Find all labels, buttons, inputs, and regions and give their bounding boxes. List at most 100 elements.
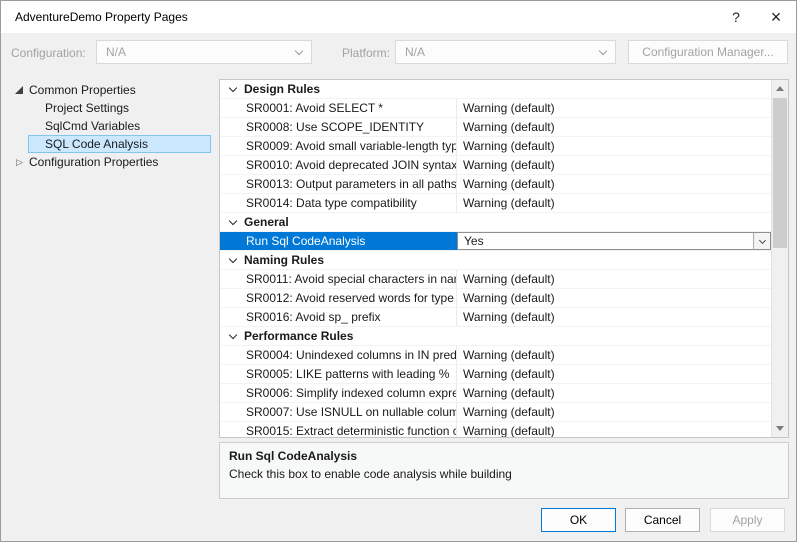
close-icon: × — [771, 8, 782, 26]
help-icon: ? — [732, 9, 740, 25]
ok-button[interactable]: OK — [541, 508, 616, 532]
tree-item-label: SQL Code Analysis — [45, 137, 148, 151]
cancel-button[interactable]: Cancel — [625, 508, 700, 532]
tree-item-label: SqlCmd Variables — [45, 119, 140, 133]
tree-item-sql-code-analysis[interactable]: SQL Code Analysis — [28, 135, 211, 153]
property-name[interactable]: Run Sql CodeAnalysis — [220, 232, 457, 250]
grid-row[interactable]: SR0006: Simplify indexed column expres W… — [220, 384, 771, 403]
chevron-down-icon — [229, 216, 237, 224]
scrollbar-thumb[interactable] — [773, 98, 787, 248]
grid-row[interactable]: SR0008: Use SCOPE_IDENTITY Warning (defa… — [220, 118, 771, 137]
property-value[interactable]: Warning (default) — [457, 137, 771, 155]
dropdown-button[interactable] — [753, 233, 770, 249]
description-title: Run Sql CodeAnalysis — [229, 449, 779, 463]
description-text: Check this box to enable code analysis w… — [229, 467, 779, 481]
expanded-icon[interactable] — [15, 86, 23, 94]
property-value[interactable]: Warning (default) — [457, 384, 771, 402]
titlebar-controls: ? × — [716, 1, 796, 33]
category-label: General — [244, 215, 289, 229]
grid-row[interactable]: SR0010: Avoid deprecated JOIN syntax War… — [220, 156, 771, 175]
tree-item-label: Configuration Properties — [29, 155, 158, 169]
close-button[interactable]: × — [756, 1, 796, 33]
property-name[interactable]: SR0001: Avoid SELECT * — [220, 99, 457, 117]
property-tree: Common Properties Project Settings SqlCm… — [11, 81, 211, 171]
configuration-label: Configuration: — [11, 46, 86, 60]
property-value[interactable]: Warning (default) — [457, 270, 771, 288]
tree-item-common-properties[interactable]: Common Properties — [11, 81, 211, 99]
category-performance-rules[interactable]: Performance Rules — [220, 327, 771, 346]
property-name[interactable]: SR0014: Data type compatibility — [220, 194, 457, 212]
category-label: Naming Rules — [244, 253, 324, 267]
grid-row[interactable]: SR0012: Avoid reserved words for type n … — [220, 289, 771, 308]
tree-item-label: Project Settings — [45, 101, 129, 115]
property-value-editor[interactable]: Yes — [457, 232, 771, 250]
tree-item-configuration-properties[interactable]: ▷ Configuration Properties — [11, 153, 211, 171]
property-value[interactable]: Warning (default) — [457, 308, 771, 326]
configuration-value: N/A — [106, 45, 126, 59]
platform-value: N/A — [405, 45, 425, 59]
property-name[interactable]: SR0004: Unindexed columns in IN predic — [220, 346, 457, 364]
arrow-up-icon — [776, 86, 784, 91]
scroll-down-button[interactable] — [772, 420, 788, 437]
property-name[interactable]: SR0012: Avoid reserved words for type n — [220, 289, 457, 307]
chevron-down-icon — [599, 46, 607, 54]
property-name[interactable]: SR0005: LIKE patterns with leading % — [220, 365, 457, 383]
category-naming-rules[interactable]: Naming Rules — [220, 251, 771, 270]
property-value[interactable]: Warning (default) — [457, 156, 771, 174]
property-value[interactable]: Warning (default) — [457, 118, 771, 136]
property-name[interactable]: SR0006: Simplify indexed column expres — [220, 384, 457, 402]
titlebar: AdventureDemo Property Pages ? × — [1, 1, 796, 33]
window-title: AdventureDemo Property Pages — [15, 10, 188, 24]
tree-item-project-settings[interactable]: Project Settings — [28, 99, 211, 117]
property-value[interactable]: Warning (default) — [457, 403, 771, 421]
grid-row[interactable]: SR0009: Avoid small variable-length typ … — [220, 137, 771, 156]
property-name[interactable]: SR0015: Extract deterministic function c… — [220, 422, 457, 437]
grid-row[interactable]: SR0011: Avoid special characters in nam … — [220, 270, 771, 289]
platform-label: Platform: — [342, 46, 390, 60]
property-grid: Design Rules SR0001: Avoid SELECT * Warn… — [219, 79, 789, 438]
property-name[interactable]: SR0008: Use SCOPE_IDENTITY — [220, 118, 457, 136]
grid-row[interactable]: SR0005: LIKE patterns with leading % War… — [220, 365, 771, 384]
grid-row[interactable]: SR0014: Data type compatibility Warning … — [220, 194, 771, 213]
grid-row[interactable]: SR0015: Extract deterministic function c… — [220, 422, 771, 437]
configuration-manager-button[interactable]: Configuration Manager... — [628, 40, 788, 64]
help-button[interactable]: ? — [716, 1, 756, 33]
property-name[interactable]: SR0016: Avoid sp_ prefix — [220, 308, 457, 326]
property-value[interactable]: Warning (default) — [457, 346, 771, 364]
platform-select[interactable]: N/A — [395, 40, 616, 64]
category-label: Design Rules — [244, 82, 320, 96]
tree-item-label: Common Properties — [29, 83, 136, 97]
grid-row[interactable]: SR0016: Avoid sp_ prefix Warning (defaul… — [220, 308, 771, 327]
scroll-up-button[interactable] — [772, 80, 788, 97]
vertical-scrollbar[interactable] — [771, 80, 788, 437]
property-name[interactable]: SR0010: Avoid deprecated JOIN syntax — [220, 156, 457, 174]
property-name[interactable]: SR0007: Use ISNULL on nullable column — [220, 403, 457, 421]
grid-row[interactable]: SR0013: Output parameters in all paths W… — [220, 175, 771, 194]
chevron-down-icon — [229, 254, 237, 262]
apply-button[interactable]: Apply — [710, 508, 785, 532]
property-value[interactable]: Warning (default) — [457, 175, 771, 193]
property-value[interactable]: Warning (default) — [457, 422, 771, 437]
property-name[interactable]: SR0013: Output parameters in all paths — [220, 175, 457, 193]
chevron-down-icon — [758, 236, 765, 243]
configuration-select[interactable]: N/A — [96, 40, 312, 64]
grid-row[interactable]: SR0004: Unindexed columns in IN predic W… — [220, 346, 771, 365]
grid-row[interactable]: SR0001: Avoid SELECT * Warning (default) — [220, 99, 771, 118]
description-panel: Run Sql CodeAnalysis Check this box to e… — [219, 442, 789, 499]
category-design-rules[interactable]: Design Rules — [220, 80, 771, 99]
collapsed-icon[interactable]: ▷ — [15, 157, 24, 168]
property-value[interactable]: Warning (default) — [457, 194, 771, 212]
grid-row[interactable]: SR0007: Use ISNULL on nullable column Wa… — [220, 403, 771, 422]
tree-item-sqlcmd-variables[interactable]: SqlCmd Variables — [28, 117, 211, 135]
property-value: Yes — [458, 233, 753, 249]
category-general[interactable]: General — [220, 213, 771, 232]
chevron-down-icon — [295, 46, 303, 54]
property-value[interactable]: Warning (default) — [457, 289, 771, 307]
property-value[interactable]: Warning (default) — [457, 365, 771, 383]
grid-row-run-sql-codeanalysis[interactable]: Run Sql CodeAnalysis Yes — [220, 232, 771, 251]
property-name[interactable]: SR0009: Avoid small variable-length typ — [220, 137, 457, 155]
chevron-down-icon — [229, 330, 237, 338]
property-name[interactable]: SR0011: Avoid special characters in nam — [220, 270, 457, 288]
chevron-down-icon — [229, 83, 237, 91]
property-value[interactable]: Warning (default) — [457, 99, 771, 117]
